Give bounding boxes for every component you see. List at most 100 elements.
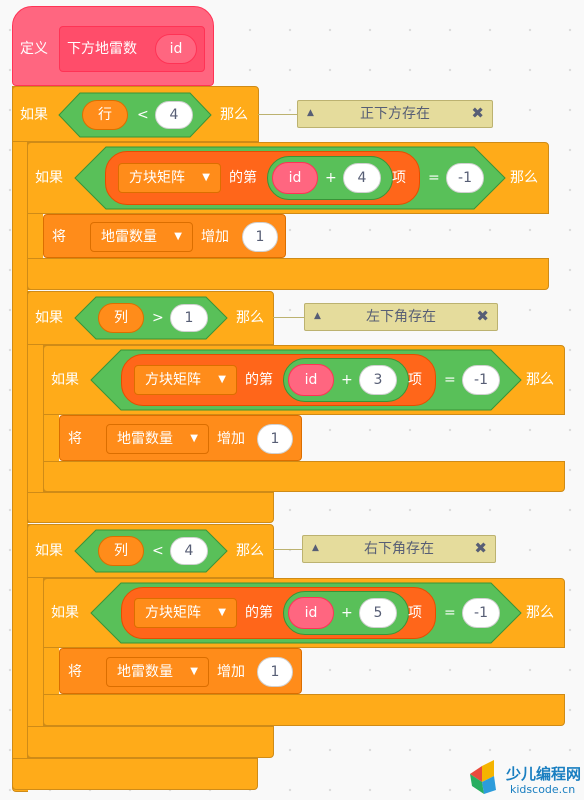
var-name-3: 地雷数量 [117, 664, 173, 680]
change-by-2: 增加 [217, 431, 245, 447]
item-of-1: 的第 [229, 170, 257, 186]
col-variable-2[interactable]: 列 [98, 536, 144, 566]
define-keyword: 定义 [20, 41, 48, 57]
if1-keyword: 如果 [20, 107, 48, 123]
list-name-3: 方块矩阵 [145, 605, 201, 621]
change-by-1: 增加 [201, 229, 229, 245]
offset-input-3[interactable]: 5 [359, 598, 397, 628]
change-value-input-3[interactable]: 1 [257, 657, 293, 687]
list-name-1: 方块矩阵 [129, 170, 185, 186]
if-block-col-gt-bottom [27, 492, 274, 523]
param-id-reporter[interactable]: id [155, 34, 197, 64]
watermark-title: 少儿编程网 [506, 765, 582, 783]
change-keyword-2: 将 [68, 431, 82, 447]
comment-3[interactable]: ▲ 右下角存在 ✖ [302, 535, 496, 563]
watermark-url: kidscode.cn [510, 783, 576, 796]
plus-2: + [341, 372, 353, 388]
caret-down-icon: ▼ [174, 231, 182, 242]
comment-2-text: 左下角存在 [366, 309, 436, 325]
inner-if-1-keyword: 如果 [35, 170, 63, 186]
inner-if-2-bottom [43, 461, 565, 492]
if-block-row-check[interactable] [12, 86, 28, 792]
param-id-reporter-3[interactable]: id [288, 597, 334, 629]
if2-value-label: 1 [184, 310, 194, 326]
comment-connector-2 [273, 317, 305, 318]
target-input-1[interactable]: -1 [446, 163, 484, 193]
param-id-label-3: id [304, 605, 318, 621]
param-id-reporter-1[interactable]: id [272, 162, 318, 194]
target-label-3: -1 [474, 605, 488, 621]
item-1: 项 [392, 170, 406, 186]
if2-then: 那么 [236, 310, 264, 326]
param-id-label-1: id [288, 170, 302, 186]
target-input-2[interactable]: -1 [462, 365, 500, 395]
list-dropdown-1[interactable]: 方块矩阵 ▼ [118, 163, 221, 193]
caret-down-icon: ▼ [190, 433, 198, 444]
if1-value-input[interactable]: 4 [155, 101, 193, 129]
if-block-row-check-bottom [12, 758, 258, 790]
change-value-label-1: 1 [255, 229, 265, 245]
target-input-3[interactable]: -1 [462, 598, 500, 628]
close-icon[interactable]: ✖ [476, 307, 489, 325]
if1-operator: < [137, 107, 149, 123]
item-2: 项 [408, 372, 422, 388]
if-block-col-lt-bottom [27, 726, 274, 758]
param-id-label-2: id [304, 372, 318, 388]
var-dropdown-3[interactable]: 地雷数量 ▼ [106, 657, 209, 687]
close-icon[interactable]: ✖ [474, 539, 487, 557]
offset-input-1[interactable]: 4 [343, 163, 381, 193]
change-value-input-2[interactable]: 1 [257, 424, 293, 454]
plus-3: + [341, 605, 353, 621]
comment-2[interactable]: ▲ 左下角存在 ✖ [304, 303, 498, 331]
inner-if-3-then: 那么 [526, 605, 554, 621]
comment-1[interactable]: ▲ 正下方存在 ✖ [297, 100, 493, 128]
item-of-2: 的第 [245, 372, 273, 388]
plus-1: + [325, 170, 337, 186]
target-label-1: -1 [458, 170, 472, 186]
target-label-2: -1 [474, 372, 488, 388]
inner-if-3-bottom [43, 694, 565, 726]
eq-3: = [444, 605, 456, 621]
list-dropdown-2[interactable]: 方块矩阵 ▼ [134, 365, 237, 395]
row-variable[interactable]: 行 [82, 100, 128, 130]
if2-keyword: 如果 [35, 310, 63, 326]
change-by-3: 增加 [217, 664, 245, 680]
item-of-3: 的第 [245, 605, 273, 621]
var-name-1: 地雷数量 [101, 229, 157, 245]
col-variable-label-1: 列 [114, 310, 128, 326]
comment-3-text: 右下角存在 [364, 541, 434, 557]
if2-operator: > [152, 310, 164, 326]
var-dropdown-2[interactable]: 地雷数量 ▼ [106, 424, 209, 454]
offset-label-3: 5 [373, 605, 383, 621]
list-name-2: 方块矩阵 [145, 372, 201, 388]
if1-value-label: 4 [169, 107, 179, 123]
if3-value-input[interactable]: 4 [170, 537, 208, 565]
var-dropdown-1[interactable]: 地雷数量 ▼ [90, 222, 193, 252]
procedure-name: 下方地雷数 [67, 41, 137, 57]
if3-then: 那么 [236, 543, 264, 559]
inner-if-1-bottom [27, 258, 549, 290]
caret-down-icon: ▼ [218, 607, 226, 618]
offset-label-1: 4 [357, 170, 367, 186]
change-keyword-3: 将 [68, 664, 82, 680]
change-value-input-1[interactable]: 1 [242, 222, 278, 252]
eq-1: = [428, 170, 440, 186]
change-value-label-3: 1 [270, 664, 280, 680]
col-variable-1[interactable]: 列 [98, 303, 144, 333]
inner-if-3-keyword: 如果 [51, 605, 79, 621]
list-dropdown-3[interactable]: 方块矩阵 ▼ [134, 598, 237, 628]
inner-if-2-keyword: 如果 [51, 372, 79, 388]
inner-if-1-then: 那么 [510, 170, 538, 186]
param-id-reporter-2[interactable]: id [288, 364, 334, 396]
comment-connector-3 [273, 549, 303, 550]
close-icon[interactable]: ✖ [471, 104, 484, 122]
offset-label-2: 3 [373, 372, 383, 388]
item-3: 项 [408, 605, 422, 621]
kidscode-logo-icon [470, 760, 496, 794]
row-variable-label: 行 [98, 107, 112, 123]
param-id-label: id [169, 41, 183, 57]
if2-value-input[interactable]: 1 [170, 304, 208, 332]
offset-input-2[interactable]: 3 [359, 365, 397, 395]
caret-down-icon: ▼ [218, 374, 226, 385]
change-value-label-2: 1 [270, 431, 280, 447]
